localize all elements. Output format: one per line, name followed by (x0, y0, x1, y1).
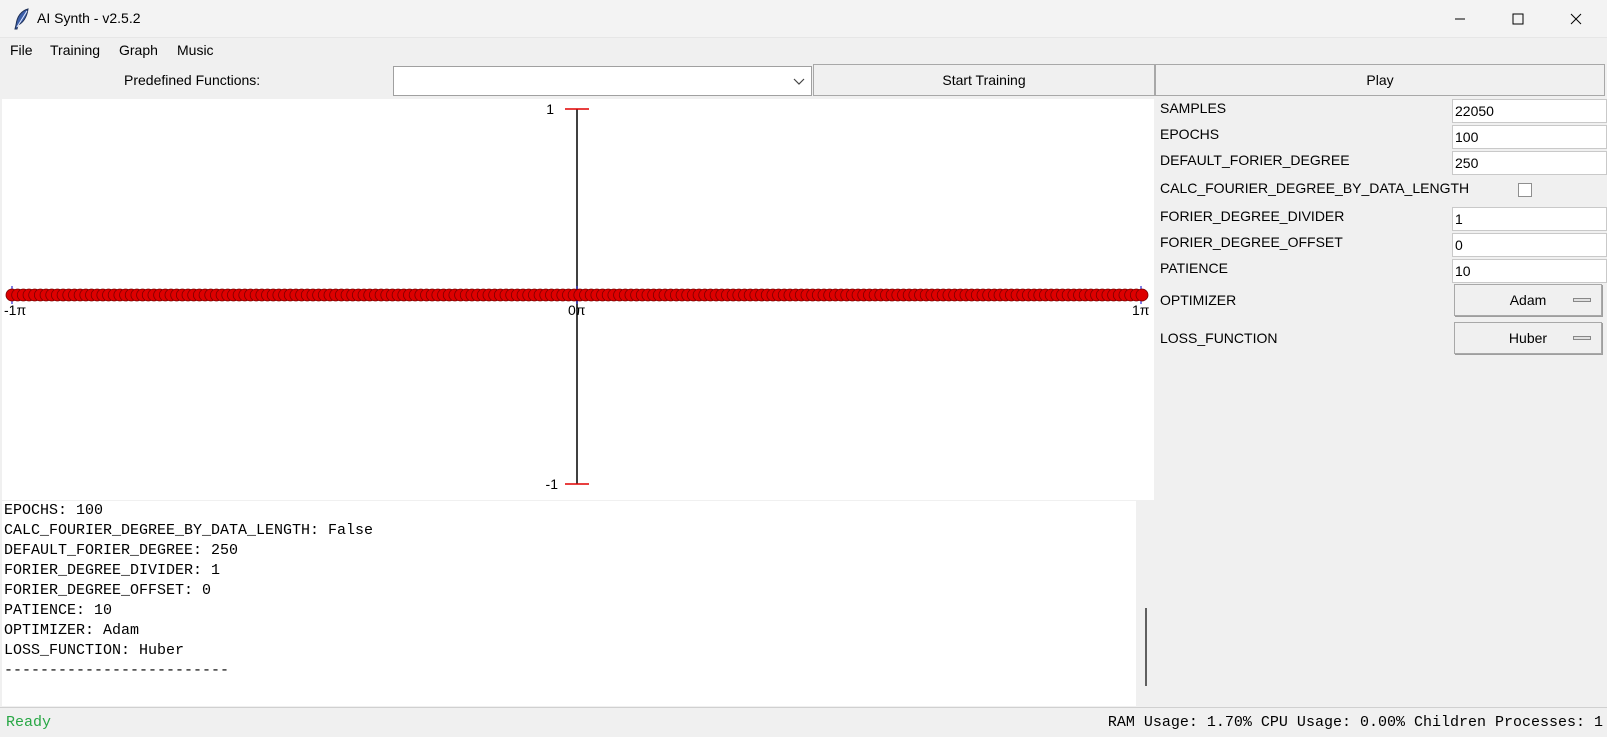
title-bar: AI Synth - v2.5.2 (0, 0, 1607, 38)
menu-bar: File Training Graph Music (0, 38, 1607, 62)
console-line: LOSS_FUNCTION: Huber (4, 642, 185, 659)
graph-canvas[interactable]: 1 -1 -1π 0π 1π (2, 99, 1154, 500)
close-button[interactable] (1547, 0, 1605, 38)
console-line: FORIER_DEGREE_OFFSET: 0 (4, 582, 212, 599)
window-title: AI Synth - v2.5.2 (37, 10, 141, 26)
maximize-icon (1512, 13, 1524, 25)
graph-plot: 1 -1 -1π 0π 1π (4, 101, 1150, 492)
menu-file[interactable]: File (10, 42, 33, 58)
console-line: CALC_FOURIER_DEGREE_BY_DATA_LENGTH: Fals… (4, 522, 374, 539)
samples-label: SAMPLES (1160, 100, 1227, 116)
parameters-panel: SAMPLES EPOCHS DEFAULT_FORIER_DEGREE CAL… (1156, 99, 1607, 699)
predefined-functions-label: Predefined Functions: (124, 72, 261, 88)
default-forier-degree-label: DEFAULT_FORIER_DEGREE (1160, 152, 1350, 168)
forier-degree-divider-input[interactable] (1452, 207, 1607, 231)
menu-training[interactable]: Training (50, 42, 100, 58)
close-icon (1570, 13, 1582, 25)
samples-input[interactable] (1452, 99, 1607, 123)
x-label-right: 1π (1132, 302, 1150, 318)
forier-degree-offset-label: FORIER_DEGREE_OFFSET (1160, 234, 1343, 250)
menu-music[interactable]: Music (177, 42, 214, 58)
status-bar: Ready RAM Usage: 1.70% CPU Usage: 0.00% … (0, 707, 1607, 737)
calc-fourier-degree-label: CALC_FOURIER_DEGREE_BY_DATA_LENGTH (1160, 180, 1470, 196)
patience-input[interactable] (1452, 259, 1607, 283)
start-training-button[interactable]: Start Training (813, 64, 1155, 96)
console-output[interactable]: EPOCHS: 100 CALC_FOURIER_DEGREE_BY_DATA_… (2, 501, 1136, 706)
loss-function-label: LOSS_FUNCTION (1160, 330, 1278, 346)
data-point (1135, 288, 1149, 302)
minimize-icon (1455, 18, 1465, 20)
feather-icon (14, 8, 29, 30)
optimizer-value: Adam (1509, 292, 1547, 308)
console-line: ------------------------- (4, 662, 230, 679)
loss-function-value: Huber (1508, 330, 1548, 346)
console-line: OPTIMIZER: Adam (4, 622, 140, 639)
x-label-center: 0π (568, 302, 586, 318)
resource-usage: RAM Usage: 1.70% CPU Usage: 0.00% Childr… (1107, 714, 1603, 731)
option-menu-indicator-icon (1573, 298, 1591, 302)
optimizer-dropdown[interactable]: Adam (1454, 284, 1602, 316)
console-line: FORIER_DEGREE_DIVIDER: 1 (4, 562, 221, 579)
option-menu-indicator-icon (1573, 336, 1591, 340)
maximize-button[interactable] (1489, 0, 1547, 38)
console-scrollbar[interactable] (1136, 501, 1154, 706)
forier-degree-divider-label: FORIER_DEGREE_DIVIDER (1160, 208, 1345, 224)
toolbar: Predefined Functions: Start Training Pla… (0, 62, 1607, 98)
console-line: EPOCHS: 100 (4, 502, 104, 519)
data-points (5, 288, 1149, 302)
epochs-input[interactable] (1452, 125, 1607, 149)
default-forier-degree-input[interactable] (1452, 151, 1607, 175)
chevron-down-icon (793, 78, 805, 85)
calc-fourier-degree-checkbox[interactable] (1518, 183, 1532, 197)
x-label-left: -1π (4, 302, 26, 318)
scrollbar-thumb[interactable] (1145, 608, 1147, 686)
minimize-button[interactable] (1431, 0, 1489, 38)
forier-degree-offset-input[interactable] (1452, 233, 1607, 257)
epochs-label: EPOCHS (1160, 126, 1220, 142)
optimizer-label: OPTIMIZER (1160, 292, 1237, 308)
console-line: PATIENCE: 10 (4, 602, 113, 619)
status-ready: Ready (6, 714, 52, 731)
loss-function-dropdown[interactable]: Huber (1454, 322, 1602, 354)
patience-label: PATIENCE (1160, 260, 1228, 276)
menu-graph[interactable]: Graph (119, 42, 158, 58)
predefined-functions-combobox[interactable] (393, 66, 812, 96)
console-line: DEFAULT_FORIER_DEGREE: 250 (4, 542, 239, 559)
y-min-label: -1 (546, 476, 559, 492)
play-button[interactable]: Play (1155, 64, 1605, 96)
y-max-label: 1 (546, 101, 554, 117)
